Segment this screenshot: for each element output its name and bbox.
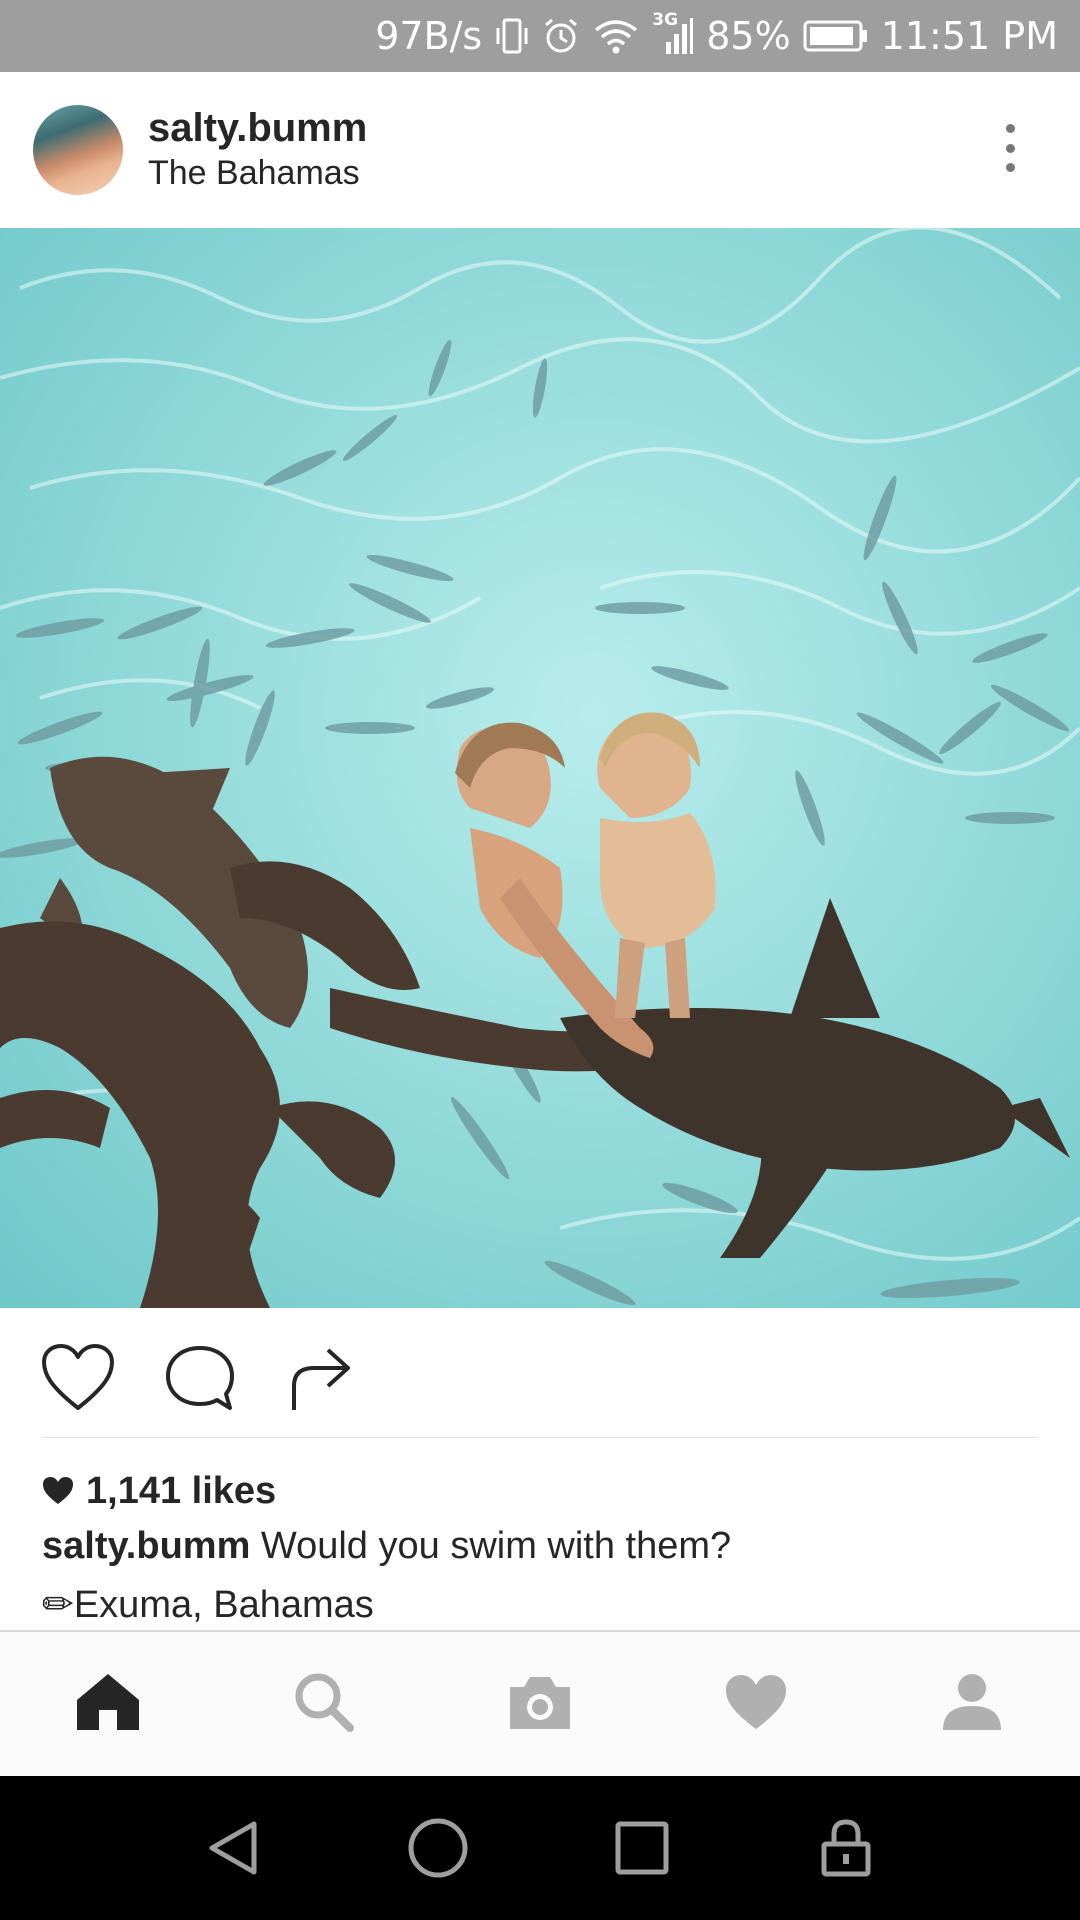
net-speed: 97B/s (375, 14, 483, 58)
recents-square-icon (615, 1821, 669, 1875)
home-circle-icon (408, 1818, 468, 1878)
system-lock-button[interactable] (810, 1812, 882, 1884)
system-home-button[interactable] (402, 1812, 474, 1884)
signal-icon: 3G (652, 10, 694, 56)
caption: salty.bumm Would you swim with them? (42, 1525, 731, 1568)
nav-profile[interactable] (932, 1662, 1012, 1742)
profile-icon (943, 1674, 1001, 1730)
more-dot-icon (1005, 124, 1015, 133)
clock: 11:51 PM (880, 14, 1058, 58)
comment-button[interactable] (162, 1342, 238, 1414)
post-location[interactable]: The Bahamas (148, 154, 360, 193)
heart-icon (726, 1675, 786, 1729)
caption-text: Would you swim with them? (250, 1525, 732, 1567)
lock-icon (821, 1819, 871, 1877)
caption-username[interactable]: salty.bumm (42, 1525, 250, 1567)
system-back-button[interactable] (198, 1812, 270, 1884)
more-dot-icon (1005, 143, 1015, 153)
system-recents-button[interactable] (606, 1812, 678, 1884)
heart-filled-icon (43, 1477, 73, 1504)
vibrate-icon (494, 16, 530, 56)
battery-icon (803, 19, 869, 53)
alarm-icon (542, 16, 580, 56)
avatar[interactable] (33, 105, 123, 195)
bottom-nav (0, 1630, 1080, 1776)
home-icon (77, 1674, 139, 1730)
post-header: salty.bumm The Bahamas (0, 72, 1080, 228)
nav-search[interactable] (284, 1662, 364, 1742)
search-icon (295, 1673, 354, 1732)
photo-sharks-swimmers (0, 228, 1080, 1308)
battery-percent: 85% (706, 14, 791, 58)
post-actions (0, 1308, 1080, 1438)
network-type: 3G (652, 10, 679, 30)
camera-icon (510, 1677, 570, 1729)
comment-icon (166, 1346, 234, 1410)
share-button[interactable] (284, 1342, 360, 1414)
likes-count[interactable]: 1,141 likes (42, 1466, 276, 1516)
post-photo[interactable] (0, 228, 1080, 1308)
more-options-button[interactable] (990, 116, 1030, 180)
wifi-icon (592, 16, 640, 56)
share-icon (292, 1348, 350, 1410)
heart-outline-icon (42, 1344, 114, 1410)
nav-camera[interactable] (500, 1662, 580, 1742)
more-dot-icon (1005, 163, 1015, 172)
status-bar: 97B/s 3G 85% 11:51 PM (0, 0, 1080, 72)
nav-activity[interactable] (716, 1662, 796, 1742)
system-nav-bar (0, 1776, 1080, 1920)
likes-text: 1,141 likes (86, 1469, 277, 1512)
post-username[interactable]: salty.bumm (148, 106, 367, 151)
divider (42, 1437, 1038, 1438)
back-triangle-icon (209, 1821, 257, 1875)
like-button[interactable] (40, 1342, 116, 1414)
nav-home[interactable] (68, 1662, 148, 1742)
caption-location: ✏Exuma, Bahamas (42, 1584, 374, 1626)
